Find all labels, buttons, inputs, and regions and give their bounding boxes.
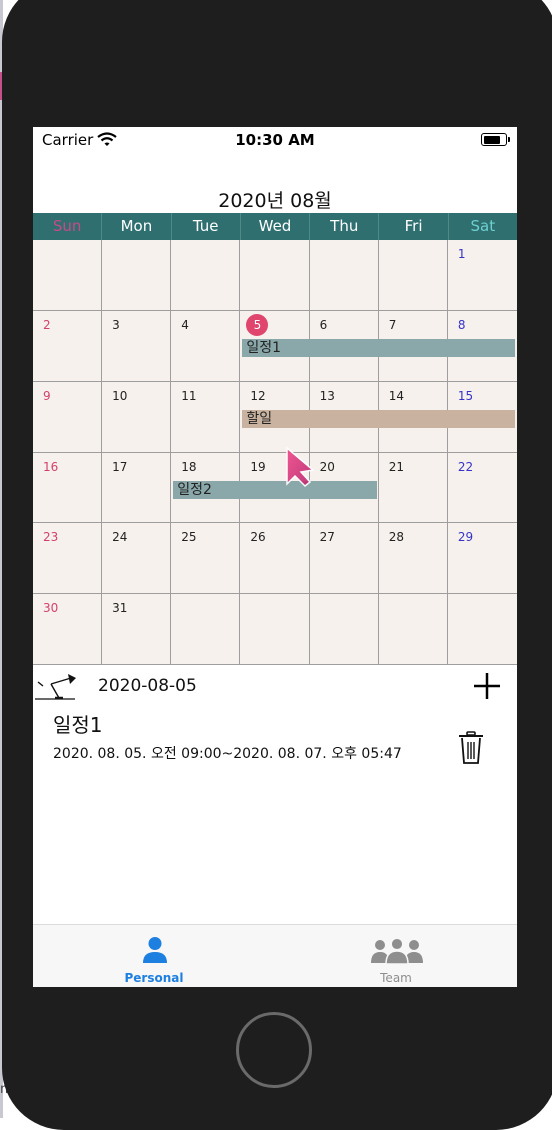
day-number: 26 [250,530,266,545]
day-number: 6 [319,317,328,332]
status-bar: Carrier 10:30 AM [33,127,517,153]
team-icon [371,938,423,964]
weekday-sat: Sat [470,217,496,235]
day-number: 17 [112,459,128,474]
month-title: 2020년 08월 [218,190,332,212]
day-number: 2 [43,317,51,332]
day-number: 1 [457,247,466,261]
selected-date: 2020-08-05 [98,676,197,696]
day-cell[interactable]: 24 [102,523,172,595]
app-screen: Carrier 10:30 AM 2020년 08월 Sun Mon Tue W… [33,127,517,987]
day-cell[interactable]: 17 [102,452,172,524]
day-cell[interactable]: 9 [33,381,103,453]
day-cell[interactable]: 25 [171,523,241,595]
day-cell[interactable] [309,240,379,311]
day-cell[interactable]: 28 [378,523,448,595]
tab-personal-label: Personal [124,971,184,985]
day-number: 9 [43,388,51,403]
day-number: 22 [457,459,474,474]
day-number: 8 [457,317,466,332]
home-button[interactable] [236,1012,312,1088]
weekday-sun: Sun [33,213,103,240]
day-number: 3 [112,317,120,332]
event-bar[interactable]: 일정2 [173,480,377,499]
day-cell[interactable] [102,240,172,311]
day-cell[interactable]: 2 [33,310,103,382]
day-cell[interactable]: 3 [102,310,172,382]
day-number: 20 [319,459,335,474]
day-number: 29 [457,530,474,545]
tab-bar: Personal Team [33,924,517,987]
day-number: 31 [112,601,128,616]
weekday-header: Sun Mon Tue Wed Thu Fri Sat [33,213,517,240]
day-number: 21 [388,459,404,474]
day-cell[interactable]: 27 [309,523,379,595]
day-cell[interactable] [447,594,517,665]
weekday-tue: Tue [172,213,241,240]
day-cell[interactable]: 11 [171,381,241,453]
day-cell[interactable]: 26 [240,523,310,595]
selected-day-number: 5 [246,313,269,336]
tab-team-label: Team [380,971,412,985]
tab-personal[interactable]: Personal [33,925,275,987]
day-number: 11 [181,388,197,403]
event-title[interactable]: 일정1 [53,709,103,738]
day-number: 4 [181,317,189,332]
day-cell[interactable] [309,594,379,665]
day-cell[interactable] [33,240,103,311]
day-number: 12 [250,388,266,403]
day-number: 28 [388,530,404,545]
status-time: 10:30 AM [235,131,315,149]
add-event-button[interactable] [471,670,503,702]
day-number: 16 [43,459,59,474]
day-number: 23 [43,530,59,545]
day-number: 18 [181,459,197,474]
day-number: 10 [112,388,128,403]
trash-icon[interactable] [457,731,485,765]
day-number: 7 [388,317,397,332]
desk-lamp-icon[interactable] [35,672,77,700]
day-cell[interactable] [240,240,310,311]
day-number: 19 [250,459,266,474]
day-cell[interactable] [378,594,448,665]
day-cell[interactable]: 10 [102,381,172,453]
day-cell[interactable]: 1 [447,240,517,311]
day-cell[interactable]: 4 [171,310,241,382]
day-cell[interactable] [378,240,448,311]
weekday-fri: Fri [379,213,449,240]
event-bar[interactable]: 일정1 [242,338,515,357]
person-icon [143,937,167,963]
event-time-range: 2020. 08. 05. 오전 09:00~2020. 08. 07. 오후 … [53,746,402,762]
pointer-cursor-icon [286,446,315,488]
day-number: 25 [181,530,197,545]
day-number: 30 [43,601,59,616]
weekday-wed: Wed [241,213,311,240]
day-cell[interactable] [171,594,241,665]
day-cell[interactable]: 22 [447,453,517,524]
day-cell[interactable]: 16 [33,452,103,524]
day-cell[interactable] [240,594,310,665]
day-cell[interactable]: 21 [378,452,448,524]
calendar-grid: 1 2 3 4 5 6 7 8 9 10 11 12 13 14 15 16 17 18 19 20 21 22 23 24 2… [33,240,517,665]
day-number: 24 [112,530,128,545]
day-cell[interactable]: 31 [102,594,172,665]
weekday-thu: Thu [310,213,380,240]
tab-team[interactable]: Team [275,925,517,987]
day-cell[interactable]: 29 [447,523,517,595]
day-number: 13 [319,388,335,403]
day-cell[interactable]: 23 [33,523,103,595]
day-number: 15 [457,388,474,403]
day-cell[interactable]: 30 [33,594,103,665]
battery-icon [481,133,510,146]
day-number: 27 [319,530,335,545]
event-bar[interactable]: 할일 [242,409,515,428]
day-number: 14 [388,388,404,403]
day-cell[interactable] [171,240,241,311]
weekday-mon: Mon [102,213,172,240]
detail-header: 2020-08-05 [33,665,517,707]
